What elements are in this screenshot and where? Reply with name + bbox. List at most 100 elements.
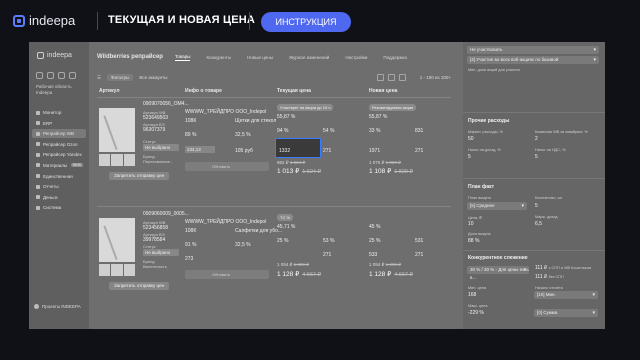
start-point-select[interactable]: [10] Мин. [534,291,598,299]
tracked-price: 111 ₽ без СПП [535,274,564,280]
current-price-spp: 982 ₽ 1 624 ₽ [277,160,306,165]
table-header: Артикул Инфо о товаре Текущая цена Новая… [97,88,451,96]
product-image[interactable] [99,108,135,152]
cost-input[interactable]: 234,13 [185,146,215,153]
column-header-info[interactable]: Инфо о товаре [185,88,222,94]
sidebar-logo[interactable]: indeepa [37,52,72,59]
home-icon[interactable] [36,72,43,79]
current-discount: 94 % [277,128,289,134]
new-price: 1 128 ₽4 667 ₽ [369,271,414,278]
sidebar-item-repricer-wb[interactable]: Репрайсер WB [32,129,86,139]
new-commission: 55,87 % [369,114,388,120]
tab-new-prices[interactable]: Новые цены [247,55,273,60]
max-price-input[interactable]: -229 % [468,310,484,316]
filter-button[interactable]: Фильтры [107,74,134,81]
sidebar-item-erp[interactable]: ERP [32,119,86,128]
buyout-share-label: Доля выкупа [468,232,491,236]
margin-income-input[interactable]: 6,5 [535,221,542,227]
new-commission: 45 % [369,224,381,230]
sidebar-projects[interactable]: Проекты INDEEPA [34,304,81,309]
block-price-send-button[interactable]: Запретить отправку цен [109,282,169,290]
tracking-mode-select[interactable]: 30 % / 30 % - Для цены есть в... [467,266,529,280]
settings-icon[interactable] [47,72,54,79]
new-price: 1 108 ₽1 829 ₽ [369,168,414,175]
income-tax-input[interactable]: 5 [468,154,471,160]
tab-support[interactable]: Поддержка [383,55,406,60]
vat-label: Налог на НДС, % [535,148,566,152]
tab-competitors[interactable]: Конкуренты [206,55,231,60]
pagination[interactable]: 1 - 100 из 100+ [420,75,451,80]
column-header-new-price[interactable]: Новая цена [369,88,397,94]
max-price-label: Макс. цена [468,304,488,308]
app-title: Wildberries репрайсер [97,54,163,60]
start-point-label: Начало отсчёта [535,286,563,290]
block-price-send-button[interactable]: Запретить отправку цен [109,172,169,180]
monitor-icon [36,110,40,115]
instruction-button[interactable]: ИНСТРУКЦИЯ [261,12,351,32]
update-button[interactable]: Обновить [212,272,230,277]
help-icon[interactable] [69,72,76,79]
new-stock-2: 271 [415,252,424,258]
sidebar-item-repricer-yandex[interactable]: Репрайсер Yandex [32,150,86,159]
update-button[interactable]: Обновить [212,164,230,169]
sidebar-item-money[interactable]: Деньги [32,193,86,202]
product-thumbnails [99,154,135,166]
stat-buyout: 91 % [185,242,197,248]
promo-participation-select[interactable]: Не участвовать [467,46,599,54]
aggregation-select[interactable]: [0] Сумма [534,309,598,317]
list-icon[interactable] [376,74,384,81]
wb-id[interactable]: 523456858 [143,225,168,231]
new-promo-tag[interactable]: Рекомендуемая акция [369,104,417,111]
grid-icon[interactable] [387,74,395,81]
system-icon [36,205,40,210]
price-input[interactable]: 10 [468,221,474,227]
quantity-input[interactable]: 5 [535,203,538,209]
column-header-sku[interactable]: Артикул [99,88,120,94]
status-select[interactable]: Не выбрано [143,144,179,151]
acquiring-input[interactable]: 2 [535,136,538,142]
repricer-icon [36,152,40,157]
tab-products[interactable]: Товары [174,54,191,61]
row-divider [97,206,451,207]
column-header-current-price[interactable]: Текущая цена [277,88,311,94]
seller-name: WWWW_ТРЕЙДПРО ООО_Indepol [185,219,267,225]
status-select[interactable]: Не выбрано [143,249,179,256]
tab-change-log[interactable]: Журнал изменений [289,55,329,60]
filter-icon[interactable]: ☰ [97,75,101,81]
sidebar-logo-text: indeepa [47,52,72,59]
buyout-plan-select[interactable]: [5] Среднее [467,202,527,210]
marketing-costs-input[interactable]: 50 [468,136,474,142]
main-content: Wildberries репрайсер Товары Конкуренты … [89,42,455,329]
sidebar-item-repricer-ozon[interactable]: Репрайсер Ozon [32,140,86,149]
repricer-icon [36,142,40,147]
export-icon[interactable] [398,74,406,81]
accounts-dropdown[interactable]: Все аккаунты [139,75,167,80]
current-promo-tag[interactable]: Участвует на акции до 19 ч [277,104,334,111]
income-tax-label: Налог на доход, % [468,148,501,152]
tab-settings[interactable]: Настройки [345,55,367,60]
current-commission: 45,71 % [277,224,296,230]
product-sku[interactable]: 0909070056_OM4... [143,102,189,107]
min-price-input[interactable]: 168 [468,292,476,298]
current-discount: 25 % [277,238,289,244]
rating-value: 108К [185,228,197,234]
sidebar-item-reports[interactable]: Отчеты [32,182,86,191]
current-price-input-value: 1332 [279,148,291,154]
new-discount: 33 % [369,128,381,134]
sidebar-item-monitor[interactable]: Монитор [32,108,86,117]
current-price: 1 128 ₽4 667 ₽ [277,271,322,278]
sidebar-item-single[interactable]: Единственная [32,172,86,181]
vat-input[interactable]: 5 [535,154,538,160]
promo-mode-select[interactable]: [4] Участие во всех вэб-акциях по базово… [467,56,599,64]
wb-id[interactable]: 523649503 [143,115,168,121]
min-price-label: Мин. цена [468,286,486,290]
sidebar-item-system[interactable]: Система [32,203,86,212]
new-stock: 533 [369,252,378,258]
current-promo-tag[interactable]: ТС % [277,214,293,221]
product-sku[interactable]: 0909060009_0005... [143,212,189,217]
product-image[interactable] [99,218,135,262]
app-window: indeepa Рабочая область Indeepa Монитор … [29,42,605,329]
workspace-selector[interactable]: Рабочая область Indeepa [36,84,84,96]
sidebar-item-materials[interactable]: Материалы NEW [32,161,86,170]
notification-icon[interactable] [58,72,65,79]
